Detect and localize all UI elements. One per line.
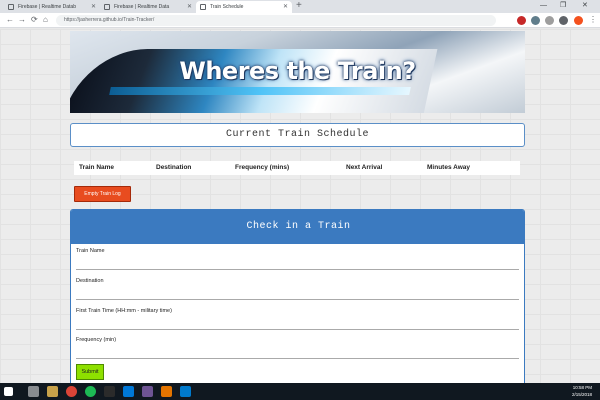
close-icon[interactable]: ✕: [283, 1, 288, 13]
browser-tab-label: Firebase | Realtime Data: [114, 4, 170, 10]
store-icon[interactable]: [123, 386, 134, 397]
maximize-button[interactable]: ❐: [560, 0, 566, 12]
browser-toolbar: ← → ⟳ ⌂ https://jasherrera.github.io/Tra…: [0, 13, 600, 28]
check-in-header: Check in a Train: [71, 210, 524, 244]
file-explorer-icon[interactable]: [47, 386, 58, 397]
new-tab-button[interactable]: +: [296, 0, 302, 12]
extension-icon[interactable]: [517, 16, 526, 25]
page-icon: [104, 4, 110, 10]
column-header-frequency: Frequency (mins): [235, 164, 290, 171]
column-header-minutes-away: Minutes Away: [427, 164, 470, 171]
schedule-title: Current Train Schedule: [225, 129, 370, 140]
close-icon[interactable]: ✕: [187, 1, 192, 13]
window-close-button[interactable]: ✕: [582, 0, 588, 12]
column-header-destination: Destination: [156, 164, 192, 171]
page-content: Wheres the Train? Current Train Schedule…: [0, 29, 600, 383]
train-name-label: Train Name: [76, 248, 105, 254]
github-icon[interactable]: [142, 386, 153, 397]
browser-tab-label: Firebase | Realtime Datab: [18, 4, 76, 10]
column-header-train-name: Train Name: [79, 164, 115, 171]
vscode-icon[interactable]: [180, 386, 191, 397]
address-bar-url: https://jasherrera.github.io/Train-Track…: [64, 17, 155, 23]
destination-label: Destination: [76, 278, 104, 284]
page-icon: [200, 4, 206, 10]
avatar[interactable]: [574, 16, 583, 25]
search-icon[interactable]: [28, 386, 39, 397]
forward-icon[interactable]: →: [18, 15, 26, 25]
browser-tab-bar: Firebase | Realtime Datab ✕ Firebase | R…: [0, 0, 600, 13]
taskbar-clock[interactable]: 10:58 PM 2/15/2018: [572, 384, 592, 398]
schedule-panel: Current Train Schedule: [70, 123, 525, 147]
extension-icon[interactable]: [559, 16, 568, 25]
check-in-title: Check in a Train: [246, 221, 351, 232]
page-icon: [8, 4, 14, 10]
menu-icon[interactable]: ⋮: [589, 15, 597, 25]
train-stripe: [109, 87, 411, 95]
schedule-table-header: Train Name Destination Frequency (mins) …: [74, 161, 520, 175]
browser-tab-active[interactable]: Train Schedule ✕: [196, 1, 292, 13]
destination-input[interactable]: [76, 286, 519, 300]
app-icon[interactable]: [161, 386, 172, 397]
check-in-panel: Check in a Train Train Name Destination …: [70, 209, 525, 383]
frequency-label: Frequency (min): [76, 337, 117, 343]
extension-icon[interactable]: [545, 16, 554, 25]
frequency-input[interactable]: [76, 345, 519, 359]
back-icon[interactable]: ←: [6, 15, 14, 25]
empty-train-log-button[interactable]: Empty Train Log: [74, 186, 131, 202]
home-icon[interactable]: ⌂: [43, 15, 48, 25]
hero-banner: Wheres the Train?: [70, 31, 525, 113]
browser-tab-label: Train Schedule: [210, 4, 244, 10]
first-train-time-input[interactable]: [76, 316, 519, 330]
hero-title: Wheres the Train?: [179, 57, 416, 85]
reload-icon[interactable]: ⟳: [31, 15, 38, 25]
column-header-next-arrival: Next Arrival: [346, 164, 383, 171]
terminal-icon[interactable]: [104, 386, 115, 397]
minimize-button[interactable]: —: [540, 0, 547, 12]
browser-tab[interactable]: Firebase | Realtime Data ✕: [100, 1, 196, 13]
submit-button[interactable]: Submit: [76, 364, 104, 380]
spotify-icon[interactable]: [85, 386, 96, 397]
browser-tab[interactable]: Firebase | Realtime Datab ✕: [4, 1, 100, 13]
train-name-input[interactable]: [76, 256, 519, 270]
chrome-icon[interactable]: [66, 386, 77, 397]
clock-time: 10:58 PM: [572, 385, 592, 390]
clock-date: 2/15/2018: [571, 392, 592, 397]
taskbar: 10:58 PM 2/15/2018: [0, 383, 600, 400]
first-train-time-label: First Train Time (HH:mm - military time): [76, 308, 172, 314]
windows-start-icon[interactable]: [4, 387, 13, 396]
close-icon[interactable]: ✕: [91, 1, 96, 13]
extension-icon[interactable]: [531, 16, 540, 25]
address-bar[interactable]: https://jasherrera.github.io/Train-Track…: [56, 15, 496, 26]
